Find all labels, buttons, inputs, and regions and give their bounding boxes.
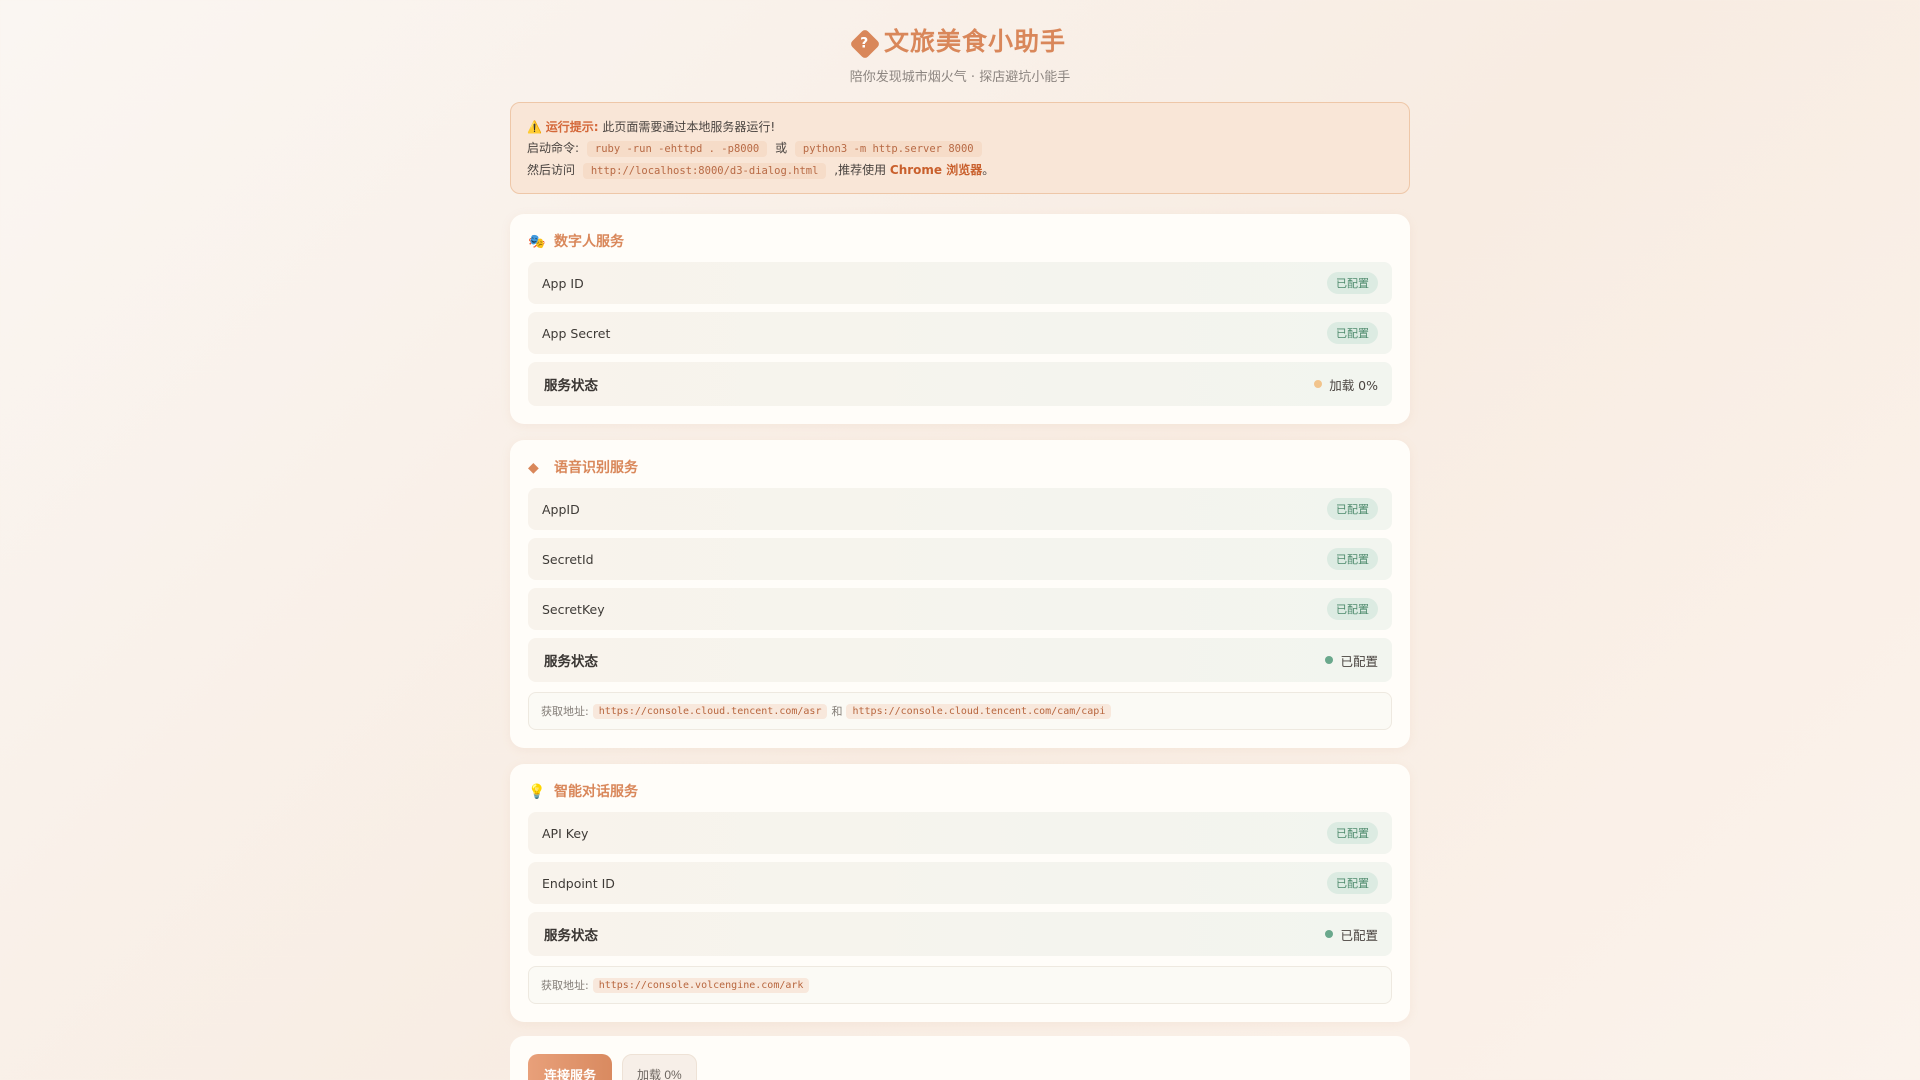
address-label: 获取地址: [541, 705, 589, 718]
card-title-text: 数字人服务 [554, 234, 624, 250]
config-row-api-key: API Key 已配置 [528, 812, 1392, 854]
service-status-text: 已配置 [1340, 653, 1378, 669]
status-badge: 已配置 [1327, 322, 1378, 344]
status-dot-icon [1325, 930, 1334, 938]
status-dot-icon [1314, 380, 1323, 388]
service-status: 已配置 [1325, 925, 1378, 944]
cmd-ruby: ruby -run -ehttpd . -p8000 [586, 141, 768, 157]
page-title-text: 文旅美食小助手 [883, 27, 1066, 56]
card-title-text: 智能对话服务 [554, 784, 638, 800]
config-row-appid: AppID 已配置 [528, 488, 1392, 530]
service-status-row: 服务状态 加载 0% [528, 362, 1392, 406]
address-and: 和 [831, 705, 843, 718]
page-container: ? 文旅美食小助手 陪你发现城市烟火气 · 探店避坑小能手 ⚠️ 运行提示: 此页… [510, 0, 1410, 1080]
diamond-question-icon: ? [849, 28, 881, 60]
notice-warn-label: 运行提示: [545, 120, 599, 134]
status-badge: 已配置 [1327, 872, 1378, 894]
card-title: 💡 智能对话服务 [528, 780, 1392, 812]
service-status-row: 服务状态 已配置 [528, 638, 1392, 682]
notice-line3-mid: ,推荐使用 [834, 163, 887, 177]
run-notice: ⚠️ 运行提示: 此页面需要通过本地服务器运行! 启动命令: ruby -run… [510, 102, 1410, 194]
card-chat-service: 💡 智能对话服务 API Key 已配置 Endpoint ID 已配置 服务状态… [510, 764, 1410, 1022]
config-label: SecretKey [542, 601, 605, 617]
address-label: 获取地址: [541, 979, 589, 992]
notice-line1: 此页面需要通过本地服务器运行! [602, 120, 776, 134]
notice-or: 或 [775, 141, 788, 155]
notice-line3-prefix: 然后访问 [527, 163, 576, 177]
local-url: http://localhost:8000/d3-dialog.html [582, 163, 827, 179]
config-label: App ID [542, 275, 584, 291]
service-status-row: 服务状态 已配置 [528, 912, 1392, 956]
address-box: 获取地址: https://console.cloud.tencent.com/… [528, 692, 1392, 730]
config-row-app-id: App ID 已配置 [528, 262, 1392, 304]
card-title: ◆ 语音识别服务 [528, 456, 1392, 488]
lightbulb-icon: 💡 [528, 784, 546, 800]
browser-recommend: Chrome 浏览器 [889, 163, 983, 177]
address-link[interactable]: https://console.cloud.tencent.com/asr [592, 703, 828, 719]
header: ? 文旅美食小助手 陪你发现城市烟火气 · 探店避坑小能手 [510, 0, 1410, 102]
service-status-text: 已配置 [1340, 927, 1378, 943]
config-label: AppID [542, 501, 580, 517]
status-badge: 已配置 [1327, 548, 1378, 570]
card-speech-recognition: ◆ 语音识别服务 AppID 已配置 SecretId 已配置 SecretKey… [510, 440, 1410, 748]
service-status: 加载 0% [1314, 375, 1378, 394]
service-status-label: 服务状态 [544, 378, 598, 394]
config-label: API Key [542, 825, 589, 841]
config-label: SecretId [542, 551, 594, 567]
status-badge: 已配置 [1327, 498, 1378, 520]
loading-progress-button[interactable]: 加载 0% [622, 1054, 697, 1080]
warning-icon: ⚠️ [527, 120, 542, 134]
page-title: ? 文旅美食小助手 [510, 22, 1410, 60]
page-subtitle: 陪你发现城市烟火气 · 探店避坑小能手 [849, 70, 1071, 85]
service-status-label: 服务状态 [544, 928, 598, 944]
address-link[interactable]: https://console.cloud.tencent.com/cam/ca… [846, 703, 1112, 719]
address-link[interactable]: https://console.volcengine.com/ark [592, 977, 810, 993]
status-badge: 已配置 [1327, 598, 1378, 620]
masks-icon: 🎭 [528, 234, 546, 250]
config-row-endpoint-id: Endpoint ID 已配置 [528, 862, 1392, 904]
connect-service-button[interactable]: 连接服务 [528, 1054, 613, 1080]
config-row-secretid: SecretId 已配置 [528, 538, 1392, 580]
config-label: Endpoint ID [542, 875, 615, 891]
notice-line3-end: 。 [982, 163, 995, 177]
config-row-secretkey: SecretKey 已配置 [528, 588, 1392, 630]
diamond-question-icon: ◆ [528, 460, 539, 476]
cmd-python: python3 -m http.server 8000 [794, 141, 982, 157]
service-status: 已配置 [1325, 651, 1378, 670]
notice-line2-prefix: 启动命令: [527, 141, 580, 155]
config-row-app-secret: App Secret 已配置 [528, 312, 1392, 354]
status-badge: 已配置 [1327, 822, 1378, 844]
address-box: 获取地址: https://console.volcengine.com/ark [528, 966, 1392, 1004]
card-title: 🎭 数字人服务 [528, 230, 1392, 262]
action-card: 连接服务 加载 0% [510, 1036, 1410, 1080]
config-label: App Secret [542, 325, 611, 341]
service-status-label: 服务状态 [544, 654, 598, 670]
status-badge: 已配置 [1327, 272, 1378, 294]
status-dot-icon [1325, 656, 1334, 664]
card-title-text: 语音识别服务 [554, 460, 638, 476]
service-status-text: 加载 0% [1329, 377, 1378, 393]
card-digital-human: 🎭 数字人服务 App ID 已配置 App Secret 已配置 服务状态 加载… [510, 214, 1410, 424]
